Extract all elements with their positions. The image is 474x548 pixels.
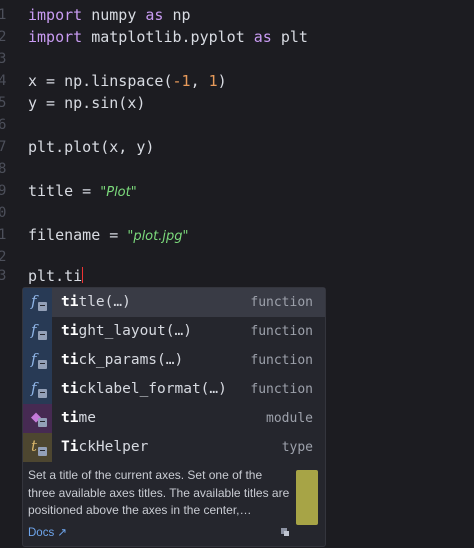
suggestion-match: ti (61, 294, 79, 310)
line-number: 3 (0, 51, 7, 67)
line-number: 0 (0, 205, 7, 221)
suggestion-type: type (281, 440, 313, 455)
code-text: title = (28, 182, 101, 200)
function-icon: f (23, 288, 52, 317)
code-line[interactable]: 3 (0, 48, 474, 70)
string-literal: "Plot" (100, 185, 137, 200)
doc-description: Set a title of the current axes. Set one… (28, 468, 290, 517)
code-text: plt.ti (28, 267, 83, 285)
suggestion-type: module (266, 411, 313, 426)
code-line[interactable]: 0 (0, 202, 474, 224)
function-icon: f (23, 375, 52, 404)
suggestion-match: ti (61, 352, 79, 368)
code-text: filename = (28, 226, 128, 244)
suggestion-type: function (250, 353, 313, 368)
suggestion-ticklabel-format[interactable]: f ticklabel_format(…) function (23, 375, 325, 404)
keyword: as (145, 6, 164, 24)
keyword: as (253, 28, 272, 46)
module-icon: ◆ (23, 404, 52, 433)
suggestion-match: ti (61, 410, 79, 426)
code-line[interactable]: 9 title = "Plot" (0, 180, 474, 202)
line-number: 9 (0, 183, 7, 199)
function-icon: f (23, 317, 52, 346)
code-text: matplotlib.pyplot (82, 28, 254, 46)
doc-scrollbar[interactable] (296, 470, 318, 525)
code-line[interactable]: 5 y = np.sin(x) (0, 92, 474, 114)
suggestion-type: function (250, 324, 313, 339)
line-number: 7 (0, 139, 7, 155)
suggestion-match: Ti (61, 439, 79, 455)
suggestion-label: ck_params(…) (78, 352, 184, 368)
suggestion-type: function (250, 382, 313, 397)
code-line[interactable]: 4 x = np.linspace(-1, 1) (0, 70, 474, 92)
line-number: 6 (0, 117, 7, 133)
suggestion-tick-params[interactable]: f tick_params(…) function (23, 346, 325, 375)
line-number: 4 (0, 73, 7, 89)
keyword: import (28, 6, 83, 24)
code-line[interactable]: 8 (0, 158, 474, 180)
suggestion-title[interactable]: f title(…) function (23, 288, 325, 317)
code-text: np (163, 6, 191, 24)
code-line[interactable]: 1 filename = "plot.jpg" (0, 224, 474, 246)
suggestion-match: ti (61, 323, 79, 339)
line-number: 8 (0, 161, 7, 177)
suggestion-label: tle(…) (78, 294, 131, 310)
type-icon: t (23, 433, 52, 462)
function-icon: f (23, 346, 52, 375)
suggestion-time[interactable]: ◆ time module (23, 404, 325, 433)
line-number: 1 (0, 227, 7, 243)
number-literal: 1 (208, 72, 218, 90)
code-line[interactable]: 7 plt.plot(x, y) (0, 136, 474, 158)
line-number: 1 (0, 7, 7, 23)
code-text: x = np.linspace( (28, 72, 173, 90)
number-literal: -1 (172, 72, 191, 90)
string-literal: "plot.jpg" (127, 229, 189, 244)
suggestion-label: ckHelper (78, 439, 149, 455)
suggestion-tickhelper[interactable]: t TickHelper type (23, 433, 325, 462)
suggestion-label: cklabel_format(…) (78, 381, 227, 397)
suggestion-type: function (250, 295, 313, 310)
code-text: , (190, 72, 209, 90)
suggestion-tight-layout[interactable]: f tight_layout(…) function (23, 317, 325, 346)
code-text: y = np.sin(x) (28, 94, 146, 112)
text-cursor (82, 267, 84, 283)
keyword: import (28, 28, 83, 46)
line-number: 2 (0, 29, 7, 45)
autocomplete-popup: f title(…) function f tight_layout(…) fu… (22, 287, 326, 547)
suggestion-label: ght_layout(…) (78, 323, 192, 339)
line-number: 5 (0, 95, 7, 111)
code-line[interactable]: 6 (0, 114, 474, 136)
code-text: ) (217, 72, 227, 90)
docs-link[interactable]: Docs ↗ (28, 525, 67, 539)
code-line[interactable]: 1 import numpy as np (0, 4, 474, 26)
documentation-panel: Set a title of the current axes. Set one… (23, 464, 325, 546)
code-line[interactable]: 2 import matplotlib.pyplot as plt (0, 26, 474, 48)
line-number: 3 (0, 268, 7, 284)
suggestion-label: me (78, 410, 96, 426)
suggestion-match: ti (61, 381, 79, 397)
pin-icon[interactable] (280, 527, 290, 537)
code-line-active[interactable]: 3 plt.ti (0, 265, 474, 287)
code-text: plt.plot(x, y) (28, 138, 155, 156)
code-text: plt (271, 28, 308, 46)
code-text: numpy (82, 6, 146, 24)
